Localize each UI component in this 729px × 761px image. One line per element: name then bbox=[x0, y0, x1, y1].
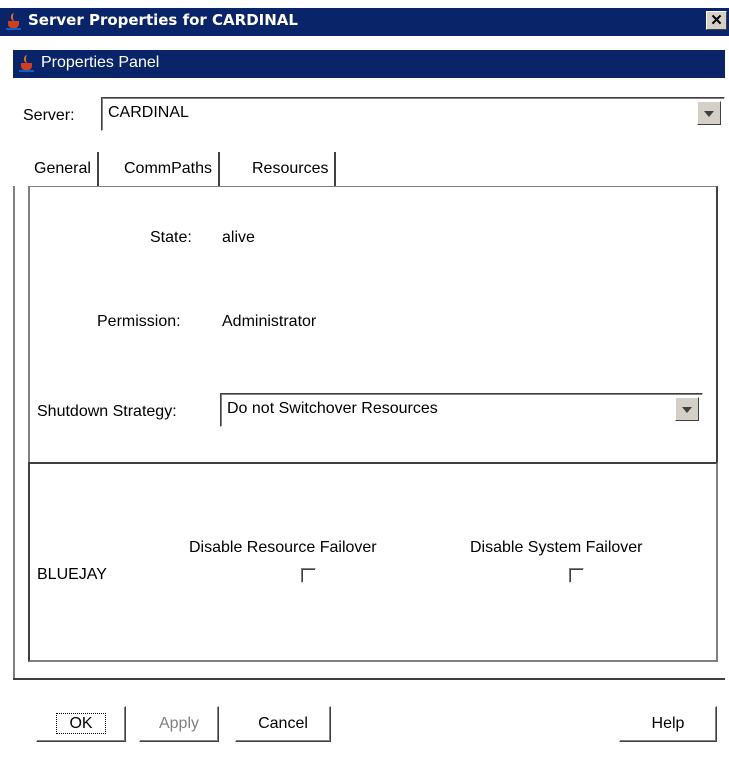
apply-button-label: Apply bbox=[158, 715, 200, 732]
tab-commpaths-label: CommPaths bbox=[124, 160, 213, 177]
disable-system-failover-checkbox[interactable] bbox=[569, 568, 584, 583]
state-label: State: bbox=[150, 229, 192, 246]
help-button-label: Help bbox=[651, 715, 685, 732]
window-title: Server Properties for CARDINAL bbox=[28, 11, 298, 29]
cancel-button-label: Cancel bbox=[258, 715, 308, 732]
disable-resource-failover-checkbox[interactable] bbox=[301, 568, 316, 583]
permission-label: Permission: bbox=[97, 313, 181, 330]
permission-value: Administrator bbox=[222, 313, 317, 330]
tab-general-label: General bbox=[34, 160, 91, 177]
window-titlebar[interactable]: Server Properties for CARDINAL ✕ bbox=[0, 8, 729, 36]
cancel-button[interactable]: Cancel bbox=[235, 706, 331, 742]
tab-resources-label: Resources bbox=[252, 160, 329, 177]
shutdown-strategy-select[interactable]: Do not Switchover Resources bbox=[220, 393, 703, 427]
java-icon bbox=[6, 13, 22, 31]
close-button[interactable]: ✕ bbox=[706, 11, 727, 30]
chevron-down-icon[interactable] bbox=[697, 101, 721, 125]
help-button[interactable]: Help bbox=[619, 706, 717, 742]
ok-button-label: OK bbox=[56, 713, 106, 734]
disable-system-failover-header: Disable System Failover bbox=[470, 539, 643, 556]
panel-bottom-border bbox=[13, 678, 725, 680]
java-icon bbox=[19, 55, 35, 73]
state-value: alive bbox=[222, 229, 255, 246]
ok-button[interactable]: OK bbox=[36, 706, 126, 742]
panel-title: Properties Panel bbox=[41, 54, 160, 71]
tab-general[interactable]: General bbox=[28, 152, 99, 186]
server-properties-window: Server Properties for CARDINAL ✕ Propert… bbox=[0, 0, 729, 761]
tab-commpaths[interactable]: CommPaths bbox=[118, 152, 221, 186]
shutdown-strategy-label: Shutdown Strategy: bbox=[37, 403, 177, 420]
server-select[interactable]: CARDINAL bbox=[101, 97, 725, 131]
failover-server-name: BLUEJAY bbox=[37, 566, 107, 583]
apply-button[interactable]: Apply bbox=[139, 706, 219, 742]
chevron-down-icon[interactable] bbox=[675, 397, 699, 421]
failover-panel bbox=[28, 462, 718, 662]
properties-panel-header: Properties Panel bbox=[13, 50, 725, 78]
server-select-value: CARDINAL bbox=[108, 104, 189, 121]
server-label: Server: bbox=[23, 107, 75, 124]
disable-resource-failover-header: Disable Resource Failover bbox=[189, 539, 377, 556]
panel-left-border bbox=[13, 186, 15, 680]
close-icon: ✕ bbox=[710, 12, 723, 29]
tab-resources[interactable]: Resources bbox=[246, 152, 337, 186]
shutdown-strategy-value: Do not Switchover Resources bbox=[227, 400, 438, 417]
